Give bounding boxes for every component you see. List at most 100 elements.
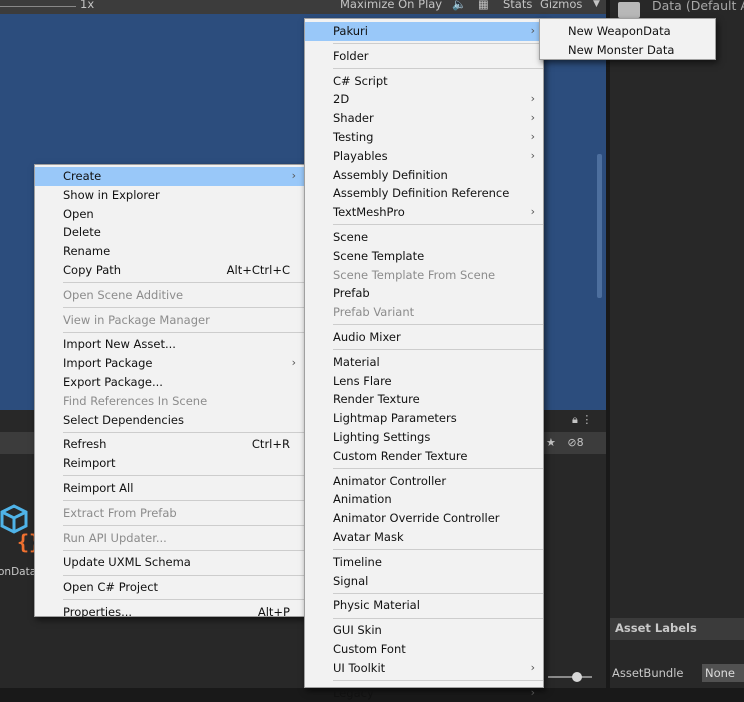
menu-item-custom-font[interactable]: Custom Font xyxy=(305,640,543,659)
menu-item-label: Copy Path xyxy=(63,263,121,277)
menu-item-animator-controller[interactable]: Animator Controller xyxy=(305,472,543,491)
menu-item-folder[interactable]: Folder xyxy=(305,47,543,66)
menu-item-scene-template-from-scene: Scene Template From Scene xyxy=(305,266,543,285)
folder-icon xyxy=(618,2,640,18)
star-icon[interactable]: ★ xyxy=(546,436,556,449)
menu-item-legacy[interactable]: Legacy› xyxy=(305,684,543,702)
submenu-arrow-icon: › xyxy=(292,354,296,373)
menu-item-properties[interactable]: Properties...Alt+P xyxy=(35,603,304,622)
menu-item-select-dependencies[interactable]: Select Dependencies xyxy=(35,411,304,430)
menu-item-textmeshpro[interactable]: TextMeshPro › xyxy=(305,203,543,222)
menu-item-gui-skin[interactable]: GUI Skin xyxy=(305,621,543,640)
icon-size-slider[interactable] xyxy=(548,676,592,678)
submenu-arrow-icon: › xyxy=(531,659,535,678)
menu-item-csharp-script[interactable]: C# Script xyxy=(305,72,543,91)
menu-item-create[interactable]: Create› xyxy=(35,167,304,186)
menu-item-reimport[interactable]: Reimport xyxy=(35,454,304,473)
menu-item-material[interactable]: Material xyxy=(305,353,543,372)
menu-item-new-monster-data[interactable]: New Monster Data xyxy=(540,41,715,60)
menu-item-shader[interactable]: Shader› xyxy=(305,109,543,128)
menu-separator xyxy=(333,618,543,619)
menu-item-open-csharp-project[interactable]: Open C# Project xyxy=(35,578,304,597)
menu-item-pakuri[interactable]: Pakuri› xyxy=(305,22,543,41)
maximize-on-play-toggle[interactable]: Maximize On Play xyxy=(340,0,442,11)
menu-item-reimport-all[interactable]: Reimport All xyxy=(35,479,304,498)
menu-item-show-in-explorer[interactable]: Show in Explorer xyxy=(35,186,304,205)
menu-separator xyxy=(63,332,304,333)
menu-item-scene[interactable]: Scene xyxy=(305,228,543,247)
menu-item-label: Shader xyxy=(333,111,374,125)
menu-item-label: Testing xyxy=(333,130,373,144)
menu-item-assembly-definition-reference[interactable]: Assembly Definition Reference xyxy=(305,184,543,203)
lock-icon[interactable]: 🔒︎ ⋮ xyxy=(572,413,592,427)
menu-separator xyxy=(63,307,304,308)
gizmos-dropdown-icon[interactable]: ▼ xyxy=(593,0,600,9)
menu-item-import-package[interactable]: Import Package › xyxy=(35,354,304,373)
menu-item-timeline[interactable]: Timeline xyxy=(305,553,543,572)
asset-name-label[interactable]: onData xyxy=(0,566,36,578)
submenu-arrow-icon: › xyxy=(531,147,535,166)
menu-item-label: TextMeshPro xyxy=(333,205,405,219)
menu-separator xyxy=(63,282,304,283)
menu-separator xyxy=(63,500,304,501)
menu-item-playables[interactable]: Playables› xyxy=(305,147,543,166)
menu-item-animator-override-controller[interactable]: Animator Override Controller xyxy=(305,509,543,528)
scale-label: 1x xyxy=(80,0,94,11)
submenu-arrow-icon: › xyxy=(292,167,296,186)
menu-item-audio-mixer[interactable]: Audio Mixer xyxy=(305,328,543,347)
menu-item-open[interactable]: Open xyxy=(35,205,304,224)
menu-separator xyxy=(63,525,304,526)
gizmos-button[interactable]: Gizmos xyxy=(540,0,582,11)
menu-item-label: UI Toolkit xyxy=(333,661,385,675)
menu-item-scene-template[interactable]: Scene Template xyxy=(305,247,543,266)
inspector-title: Data (Default A xyxy=(652,0,744,13)
project-toolbar-icons: ★ ⊘8 xyxy=(546,436,584,449)
menu-item-custom-render-texture[interactable]: Custom Render Texture xyxy=(305,447,543,466)
menu-item-prefab[interactable]: Prefab xyxy=(305,284,543,303)
menu-item-new-weapon-data[interactable]: New WeaponData xyxy=(540,22,715,41)
scale-slider[interactable] xyxy=(0,6,76,7)
menu-item-testing[interactable]: Testing › xyxy=(305,128,543,147)
game-view-scrollbar[interactable] xyxy=(597,154,602,298)
mute-audio-icon[interactable]: 🔈 xyxy=(452,0,466,11)
eye-slash-icon[interactable]: ⊘ xyxy=(567,436,576,449)
menu-item-signal[interactable]: Signal xyxy=(305,572,543,591)
menu-item-ui-toolkit[interactable]: UI Toolkit › xyxy=(305,659,543,678)
menu-item-2d[interactable]: 2D› xyxy=(305,90,543,109)
menu-item-update-uxml-schema[interactable]: Update UXML Schema xyxy=(35,553,304,572)
asset-context-menu: Create› Show in Explorer Open Delete Ren… xyxy=(34,164,305,617)
menu-separator xyxy=(333,224,543,225)
menu-item-label: Pakuri xyxy=(333,24,368,38)
submenu-arrow-icon: › xyxy=(531,203,535,222)
icon-size-slider-handle[interactable] xyxy=(572,672,582,682)
menu-item-render-texture[interactable]: Render Texture xyxy=(305,390,543,409)
menu-separator xyxy=(63,475,304,476)
menu-item-refresh[interactable]: RefreshCtrl+R xyxy=(35,435,304,454)
menu-item-delete[interactable]: Delete xyxy=(35,223,304,242)
menu-item-avatar-mask[interactable]: Avatar Mask xyxy=(305,528,543,547)
stats-button[interactable]: Stats xyxy=(503,0,532,11)
submenu-arrow-icon: › xyxy=(531,684,535,702)
menu-separator xyxy=(333,549,543,550)
menu-item-label: Import Package xyxy=(63,356,153,370)
grid-icon[interactable]: ▦ xyxy=(478,0,489,11)
menu-separator xyxy=(63,599,304,600)
menu-item-rename[interactable]: Rename xyxy=(35,242,304,261)
create-submenu: Pakuri› Folder C# Script 2D› Shader› Tes… xyxy=(304,18,544,688)
menu-item-assembly-definition[interactable]: Assembly Definition xyxy=(305,166,543,185)
menu-item-import-new-asset[interactable]: Import New Asset... xyxy=(35,335,304,354)
menu-item-run-api-updater: Run API Updater... xyxy=(35,529,304,548)
menu-item-copy-path[interactable]: Copy PathAlt+Ctrl+C xyxy=(35,261,304,280)
menu-item-lens-flare[interactable]: Lens Flare xyxy=(305,372,543,391)
shortcut-label: Ctrl+R xyxy=(252,435,290,454)
inspector-panel: Data (Default A Asset Labels AssetBundle… xyxy=(610,0,744,688)
submenu-arrow-icon: › xyxy=(531,128,535,147)
menu-item-animation[interactable]: Animation xyxy=(305,490,543,509)
menu-item-physic-material[interactable]: Physic Material xyxy=(305,596,543,615)
asset-labels-header[interactable]: Asset Labels xyxy=(610,618,744,640)
menu-item-export-package[interactable]: Export Package... xyxy=(35,373,304,392)
menu-item-lighting-settings[interactable]: Lighting Settings xyxy=(305,428,543,447)
menu-separator xyxy=(333,43,543,44)
menu-item-lightmap-parameters[interactable]: Lightmap Parameters xyxy=(305,409,543,428)
asset-bundle-dropdown[interactable]: None xyxy=(702,664,744,682)
